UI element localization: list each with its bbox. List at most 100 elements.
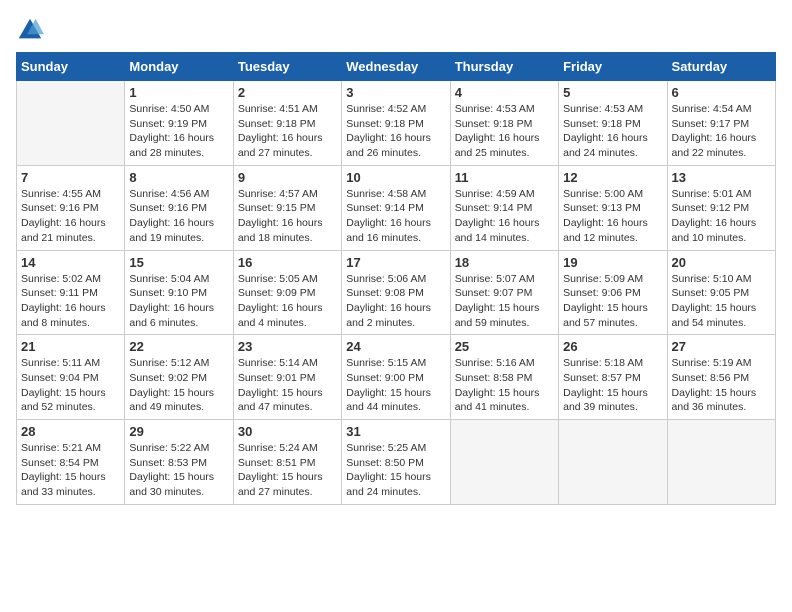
- calendar-cell: 30Sunrise: 5:24 AM Sunset: 8:51 PM Dayli…: [233, 420, 341, 505]
- day-info: Sunrise: 4:59 AM Sunset: 9:14 PM Dayligh…: [455, 187, 554, 246]
- day-info: Sunrise: 5:14 AM Sunset: 9:01 PM Dayligh…: [238, 356, 337, 415]
- day-info: Sunrise: 4:54 AM Sunset: 9:17 PM Dayligh…: [672, 102, 771, 161]
- calendar-cell: [559, 420, 667, 505]
- calendar-cell: 14 Sunrise: 5:02 AM Sunset: 9:11 PM Dayli…: [17, 250, 125, 335]
- day-number: 12: [563, 170, 662, 185]
- calendar-cell: 4 Sunrise: 4:53 AM Sunset: 9:18 PM Daylig…: [450, 81, 558, 166]
- day-info: Sunrise: 4:58 AM Sunset: 9:14 PM Dayligh…: [346, 187, 445, 246]
- day-number: 29: [129, 424, 228, 439]
- day-info: Sunrise: 5:05 AM Sunset: 9:09 PM Dayligh…: [238, 272, 337, 331]
- day-info: Sunrise: 5:15 AM Sunset: 9:00 PM Dayligh…: [346, 356, 445, 415]
- day-info: Sunrise: 5:21 AM Sunset: 8:54 PM Dayligh…: [21, 441, 120, 500]
- calendar-cell: 28 Sunrise: 5:21 AM Sunset: 8:54 PM Dayli…: [17, 420, 125, 505]
- logo: [16, 16, 48, 44]
- day-info: Sunrise: 4:56 AM Sunset: 9:16 PM Dayligh…: [129, 187, 228, 246]
- calendar-header-monday: Monday: [125, 53, 233, 81]
- day-info: Sunrise: 5:07 AM Sunset: 9:07 PM Dayligh…: [455, 272, 554, 331]
- day-number: 26: [563, 339, 662, 354]
- day-number: 23: [238, 339, 337, 354]
- calendar-cell: 31 Sunrise: 5:25 AM Sunset: 8:50 PM Dayli…: [342, 420, 450, 505]
- calendar-cell: [667, 420, 775, 505]
- calendar-header-sunday: Sunday: [17, 53, 125, 81]
- day-number: 28: [21, 424, 120, 439]
- day-number: 2: [238, 85, 337, 100]
- calendar-cell: 15 Sunrise: 5:04 AM Sunset: 9:10 PM Dayli…: [125, 250, 233, 335]
- calendar-cell: 29 Sunrise: 5:22 AM Sunset: 8:53 PM Dayli…: [125, 420, 233, 505]
- calendar-cell: 8Sunrise: 4:56 AM Sunset: 9:16 PM Daylig…: [125, 165, 233, 250]
- calendar-week-row-5: 28 Sunrise: 5:21 AM Sunset: 8:54 PM Dayli…: [17, 420, 776, 505]
- calendar-cell: 18 Sunrise: 5:07 AM Sunset: 9:07 PM Dayli…: [450, 250, 558, 335]
- day-info: Sunrise: 5:09 AM Sunset: 9:06 PM Dayligh…: [563, 272, 662, 331]
- calendar-cell: 23 Sunrise: 5:14 AM Sunset: 9:01 PM Dayli…: [233, 335, 341, 420]
- day-info: Sunrise: 5:25 AM Sunset: 8:50 PM Dayligh…: [346, 441, 445, 500]
- day-info: Sunrise: 5:04 AM Sunset: 9:10 PM Dayligh…: [129, 272, 228, 331]
- calendar-header-row: SundayMondayTuesdayWednesdayThursdayFrid…: [17, 53, 776, 81]
- day-info: Sunrise: 4:53 AM Sunset: 9:18 PM Dayligh…: [563, 102, 662, 161]
- day-number: 14: [21, 255, 120, 270]
- day-number: 4: [455, 85, 554, 100]
- day-number: 1: [129, 85, 228, 100]
- day-number: 10: [346, 170, 445, 185]
- day-number: 30: [238, 424, 337, 439]
- calendar-cell: 17 Sunrise: 5:06 AM Sunset: 9:08 PM Dayli…: [342, 250, 450, 335]
- day-info: Sunrise: 5:01 AM Sunset: 9:12 PM Dayligh…: [672, 187, 771, 246]
- calendar-week-row-2: 7Sunrise: 4:55 AM Sunset: 9:16 PM Daylig…: [17, 165, 776, 250]
- calendar-header-tuesday: Tuesday: [233, 53, 341, 81]
- calendar-cell: 6 Sunrise: 4:54 AM Sunset: 9:17 PM Daylig…: [667, 81, 775, 166]
- day-info: Sunrise: 4:51 AM Sunset: 9:18 PM Dayligh…: [238, 102, 337, 161]
- day-info: Sunrise: 5:16 AM Sunset: 8:58 PM Dayligh…: [455, 356, 554, 415]
- day-number: 7: [21, 170, 120, 185]
- day-info: Sunrise: 4:53 AM Sunset: 9:18 PM Dayligh…: [455, 102, 554, 161]
- calendar-header-thursday: Thursday: [450, 53, 558, 81]
- day-info: Sunrise: 5:22 AM Sunset: 8:53 PM Dayligh…: [129, 441, 228, 500]
- day-number: 21: [21, 339, 120, 354]
- day-info: Sunrise: 4:52 AM Sunset: 9:18 PM Dayligh…: [346, 102, 445, 161]
- calendar-cell: [450, 420, 558, 505]
- day-info: Sunrise: 5:19 AM Sunset: 8:56 PM Dayligh…: [672, 356, 771, 415]
- calendar-cell: 27Sunrise: 5:19 AM Sunset: 8:56 PM Dayli…: [667, 335, 775, 420]
- day-info: Sunrise: 4:50 AM Sunset: 9:19 PM Dayligh…: [129, 102, 228, 161]
- day-number: 15: [129, 255, 228, 270]
- day-info: Sunrise: 5:02 AM Sunset: 9:11 PM Dayligh…: [21, 272, 120, 331]
- calendar-cell: 22Sunrise: 5:12 AM Sunset: 9:02 PM Dayli…: [125, 335, 233, 420]
- logo-icon: [16, 16, 44, 44]
- day-number: 6: [672, 85, 771, 100]
- day-number: 19: [563, 255, 662, 270]
- day-number: 18: [455, 255, 554, 270]
- day-number: 31: [346, 424, 445, 439]
- calendar-cell: 25 Sunrise: 5:16 AM Sunset: 8:58 PM Dayli…: [450, 335, 558, 420]
- calendar-cell: 12Sunrise: 5:00 AM Sunset: 9:13 PM Dayli…: [559, 165, 667, 250]
- day-info: Sunrise: 5:06 AM Sunset: 9:08 PM Dayligh…: [346, 272, 445, 331]
- day-number: 24: [346, 339, 445, 354]
- day-number: 25: [455, 339, 554, 354]
- calendar-cell: 13 Sunrise: 5:01 AM Sunset: 9:12 PM Dayli…: [667, 165, 775, 250]
- day-info: Sunrise: 5:18 AM Sunset: 8:57 PM Dayligh…: [563, 356, 662, 415]
- day-number: 3: [346, 85, 445, 100]
- calendar-cell: 7Sunrise: 4:55 AM Sunset: 9:16 PM Daylig…: [17, 165, 125, 250]
- calendar-cell: 3 Sunrise: 4:52 AM Sunset: 9:18 PM Daylig…: [342, 81, 450, 166]
- day-number: 22: [129, 339, 228, 354]
- calendar-header-wednesday: Wednesday: [342, 53, 450, 81]
- calendar-cell: 2 Sunrise: 4:51 AM Sunset: 9:18 PM Daylig…: [233, 81, 341, 166]
- calendar-cell: 10 Sunrise: 4:58 AM Sunset: 9:14 PM Dayli…: [342, 165, 450, 250]
- calendar-cell: 16Sunrise: 5:05 AM Sunset: 9:09 PM Dayli…: [233, 250, 341, 335]
- calendar-cell: 1 Sunrise: 4:50 AM Sunset: 9:19 PM Daylig…: [125, 81, 233, 166]
- day-number: 13: [672, 170, 771, 185]
- calendar-cell: 5Sunrise: 4:53 AM Sunset: 9:18 PM Daylig…: [559, 81, 667, 166]
- calendar-cell: 21 Sunrise: 5:11 AM Sunset: 9:04 PM Dayli…: [17, 335, 125, 420]
- day-info: Sunrise: 5:11 AM Sunset: 9:04 PM Dayligh…: [21, 356, 120, 415]
- calendar-cell: 9Sunrise: 4:57 AM Sunset: 9:15 PM Daylig…: [233, 165, 341, 250]
- day-number: 17: [346, 255, 445, 270]
- calendar-cell: 11 Sunrise: 4:59 AM Sunset: 9:14 PM Dayli…: [450, 165, 558, 250]
- calendar-week-row-1: 1 Sunrise: 4:50 AM Sunset: 9:19 PM Daylig…: [17, 81, 776, 166]
- calendar-header-friday: Friday: [559, 53, 667, 81]
- day-info: Sunrise: 4:57 AM Sunset: 9:15 PM Dayligh…: [238, 187, 337, 246]
- calendar-week-row-3: 14 Sunrise: 5:02 AM Sunset: 9:11 PM Dayli…: [17, 250, 776, 335]
- calendar-cell: 26 Sunrise: 5:18 AM Sunset: 8:57 PM Dayli…: [559, 335, 667, 420]
- calendar-header-saturday: Saturday: [667, 53, 775, 81]
- calendar-cell: 20Sunrise: 5:10 AM Sunset: 9:05 PM Dayli…: [667, 250, 775, 335]
- calendar-week-row-4: 21 Sunrise: 5:11 AM Sunset: 9:04 PM Dayli…: [17, 335, 776, 420]
- day-number: 11: [455, 170, 554, 185]
- calendar-cell: [17, 81, 125, 166]
- day-number: 20: [672, 255, 771, 270]
